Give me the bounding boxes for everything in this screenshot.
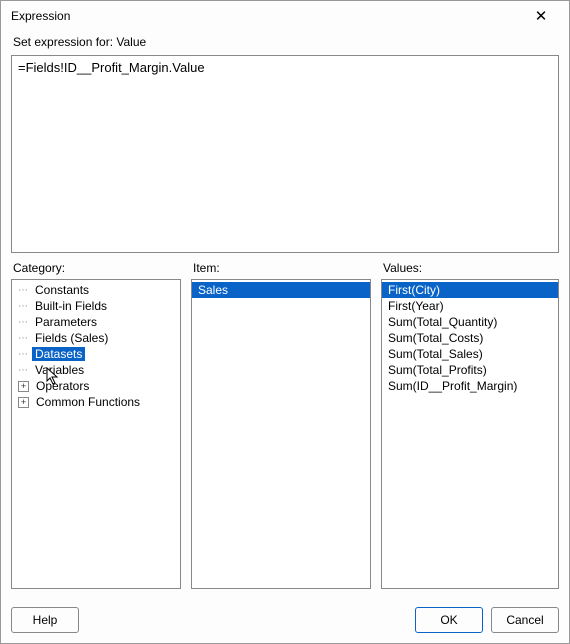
category-item[interactable]: ⋯Datasets	[12, 346, 180, 362]
category-item[interactable]: ⋯Parameters	[12, 314, 180, 330]
category-item-label: Parameters	[32, 315, 100, 329]
item-list-item[interactable]: Sales	[192, 282, 370, 298]
values-list-item[interactable]: Sum(ID__Profit_Margin)	[382, 378, 558, 394]
item-listbox[interactable]: Sales	[191, 279, 371, 589]
category-label: Category:	[13, 261, 181, 275]
expand-icon[interactable]: +	[18, 381, 29, 392]
category-item[interactable]: ⋯Variables	[12, 362, 180, 378]
button-bar: Help OK Cancel	[1, 599, 569, 643]
tree-leaf-icon: ⋯	[18, 301, 32, 312]
expression-input[interactable]: =Fields!ID__Profit_Margin.Value	[11, 55, 559, 253]
cursor-icon	[46, 367, 62, 390]
values-column: Values: First(City)First(Year)Sum(Total_…	[381, 261, 559, 589]
values-list-item[interactable]: First(City)	[382, 282, 558, 298]
category-item-label: Datasets	[32, 347, 85, 361]
tree-leaf-icon: ⋯	[18, 285, 32, 296]
close-button[interactable]: ✕	[521, 2, 561, 30]
values-list-item[interactable]: Sum(Total_Sales)	[382, 346, 558, 362]
category-item-label: Operators	[33, 379, 92, 393]
values-label: Values:	[383, 261, 559, 275]
category-item-label: Common Functions	[33, 395, 143, 409]
expand-icon[interactable]: +	[18, 397, 29, 408]
item-label: Item:	[193, 261, 371, 275]
values-listbox[interactable]: First(City)First(Year)Sum(Total_Quantity…	[381, 279, 559, 589]
titlebar: Expression ✕	[1, 1, 569, 31]
tree-leaf-icon: ⋯	[18, 365, 32, 376]
category-item[interactable]: ⋯Constants	[12, 282, 180, 298]
set-expression-label: Set expression for: Value	[13, 35, 559, 49]
category-item-label: Built-in Fields	[32, 299, 110, 313]
category-tree[interactable]: ⋯Constants⋯Built-in Fields⋯Parameters⋯Fi…	[11, 279, 181, 589]
tree-leaf-icon: ⋯	[18, 349, 32, 360]
expression-dialog: Expression ✕ Set expression for: Value =…	[0, 0, 570, 644]
help-button[interactable]: Help	[11, 607, 79, 633]
category-column: Category: ⋯Constants⋯Built-in Fields⋯Par…	[11, 261, 181, 589]
item-column: Item: Sales	[191, 261, 371, 589]
lower-panels: Category: ⋯Constants⋯Built-in Fields⋯Par…	[11, 261, 559, 589]
category-item[interactable]: ⋯Fields (Sales)	[12, 330, 180, 346]
ok-button[interactable]: OK	[415, 607, 483, 633]
cancel-button[interactable]: Cancel	[491, 607, 559, 633]
values-list-item[interactable]: Sum(Total_Profits)	[382, 362, 558, 378]
category-item-label: Constants	[32, 283, 92, 297]
tree-leaf-icon: ⋯	[18, 333, 32, 344]
category-item[interactable]: ⋯Built-in Fields	[12, 298, 180, 314]
values-list-item[interactable]: First(Year)	[382, 298, 558, 314]
category-item-label: Fields (Sales)	[32, 331, 111, 345]
category-item[interactable]: + Common Functions	[12, 394, 180, 410]
close-icon: ✕	[535, 9, 548, 24]
window-title: Expression	[11, 9, 70, 23]
tree-leaf-icon: ⋯	[18, 317, 32, 328]
right-buttons: OK Cancel	[415, 607, 559, 633]
category-item[interactable]: + Operators	[12, 378, 180, 394]
values-list-item[interactable]: Sum(Total_Costs)	[382, 330, 558, 346]
dialog-body: Set expression for: Value =Fields!ID__Pr…	[1, 31, 569, 599]
values-list-item[interactable]: Sum(Total_Quantity)	[382, 314, 558, 330]
